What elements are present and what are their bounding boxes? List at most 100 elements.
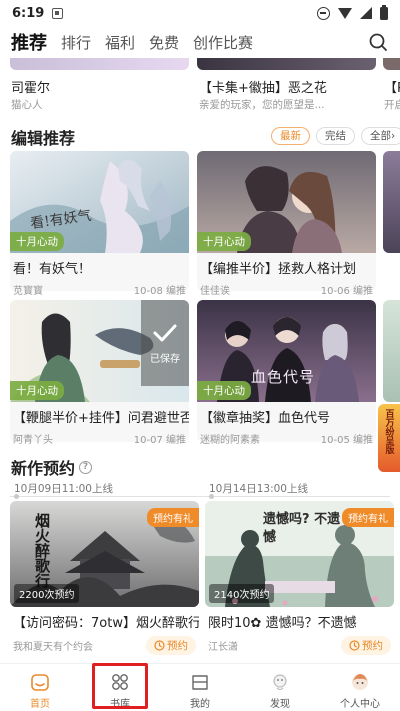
reservation-count: 2200次预约 [14,584,80,603]
card-title: 【鞭腿半价+挂件】问君避世否 [13,411,189,426]
previous-card-title[interactable]: 【P [384,77,400,96]
card-author: 佳佳诶 [200,286,230,297]
book-cover: 十月心动 [197,151,376,253]
card-title: 限时10✿ 遗憾吗？不遗憾 [208,616,357,631]
clock-icon [154,640,165,651]
question-circle-icon[interactable]: ? [79,460,93,474]
do-not-disturb-icon [317,6,330,20]
status-bar: 6:19 [0,0,400,26]
card-meta: 阿青丫头 10-07 编推 [10,431,189,446]
discover-icon [273,674,287,691]
profile-avatar-icon [352,674,368,690]
card-author: 阿青丫头 [13,435,53,446]
card-title: 【访问密码：7otw】烟火醉歌行 [13,616,199,631]
editor-pick-card[interactable]: 已保存 十月心动 【鞭腿半价+挂件】问君避世否 阿青丫头 10-07 编推 [10,300,189,446]
nav-discover-label: 发现 [270,699,290,710]
nav-profile[interactable]: 个人中心 [320,664,400,711]
card-meta: 佳佳诶 10-06 编推 [197,282,376,297]
filter-all-label: 全部 [370,130,391,142]
reservation-card[interactable]: 遗憾吗? 不遗憾 预约有礼 2140次预约 限时10✿ 遗憾吗？不遗憾 江长潇 … [205,501,394,655]
previous-card-desc: 开启 [384,99,400,111]
saved-label: 已保存 [150,353,180,365]
tab-recommend[interactable]: 推荐 [11,29,47,55]
previous-card-cover[interactable] [383,58,400,70]
previous-card-desc: 亲爱的玩家，您的愿望是... [199,99,325,111]
card-meta: 迷糊的阿素素 10-05 编推 [197,431,376,446]
status-icons [317,4,388,20]
previous-card-cover[interactable] [197,58,376,70]
nav-profile-label: 个人中心 [340,699,380,710]
card-title: 【编推半价】拯救人格计划 [200,262,357,277]
reserve-label: 预约 [362,640,383,652]
nav-home[interactable]: 首页 [0,664,80,711]
bottom-nav: 首页 书库 我的 发现 个人中心 [0,663,400,711]
side-promo-banner[interactable]: 百万纷呈版 [378,404,400,472]
card-date: 10-07 编推 [133,435,186,446]
editor-pick-card[interactable]: 血色代号 十月心动 【徽章抽奖】血色代号 迷糊的阿素素 10-05 编推 [197,300,376,446]
previous-card-author: 猫心人 [11,99,43,111]
card-meta: 苋寳寳 10-08 编推 [10,282,189,297]
library-grid-icon [112,674,128,690]
search-icon[interactable] [368,32,388,52]
card-author: 江长潇 [208,642,238,653]
nav-library[interactable]: 书库 [80,664,160,711]
reserve-label: 预约 [167,640,188,652]
tag-badge: 十月心动 [197,381,251,400]
saved-overlay: 已保存 [141,300,189,386]
filter-all[interactable]: 全部› [361,127,400,145]
gift-badge: 预约有礼 [147,508,199,527]
reserve-button[interactable]: 预约 [341,636,391,655]
editor-pick-card[interactable]: 十月心动 【编推半价】拯救人格计划 佳佳诶 10-06 编推 [197,151,376,297]
gift-badge: 预约有礼 [342,508,394,527]
tab-free[interactable]: 免费 [149,32,179,53]
book-cover: 烟火醉歌行 预约有礼 2200次预约 [10,501,199,607]
nav-discover[interactable]: 发现 [240,664,320,711]
tab-ranking[interactable]: 排行 [61,32,91,53]
bookshelf-icon [192,675,208,690]
card-meta: 我和夏天有个约会 预约 [10,636,199,655]
card-author: 我和夏天有个约会 [13,642,93,653]
clock-icon [349,640,360,651]
cover-title-text: 血色代号 [251,368,316,386]
status-time: 6:19 [12,5,45,21]
card-author: 迷糊的阿素素 [200,435,260,446]
book-cover: 遗憾吗? 不遗憾 预约有礼 2140次预约 [205,501,394,607]
next-card-peek[interactable] [383,151,400,253]
card-title: 【徽章抽奖】血色代号 [200,411,331,426]
reservation-card[interactable]: 烟火醉歌行 预约有礼 2200次预约 【访问密码：7otw】烟火醉歌行 我和夏天… [10,501,199,655]
cover-title-text: 烟火醉歌行 [33,513,51,588]
tag-badge: 十月心动 [10,381,64,400]
release-date: 10月09日11:00上线 [14,483,113,495]
editor-picks-title: 编辑推荐 [11,129,76,148]
previous-card-title[interactable]: 【卡集+徽抽】恶之花 [199,77,377,96]
previous-row-cards: 司霍尔 猫心人 【卡集+徽抽】恶之花 亲爱的玩家，您的愿望是... 【P 开启 [0,58,400,120]
previous-card-cover[interactable] [10,58,189,70]
card-date: 10-05 编推 [320,435,373,446]
editor-picks-filters: 最新 完结 全部› [271,127,400,145]
card-meta: 江长潇 预约 [205,636,394,655]
reserve-button[interactable]: 预约 [146,636,196,655]
nav-mine-label: 我的 [190,699,210,710]
previous-card-title[interactable]: 司霍尔 [11,77,181,96]
notification-a-icon [52,7,64,19]
book-cover: 看!有妖气 十月心动 [10,151,189,253]
nav-mine[interactable]: 我的 [160,664,240,711]
wifi-icon [338,7,352,19]
tab-welfare[interactable]: 福利 [105,32,135,53]
battery-icon [380,4,388,20]
card-title: 看！有妖气！ [13,262,92,277]
top-nav: 推荐 排行 福利 免费 创作比赛 [0,26,400,58]
next-card-peek[interactable] [383,300,400,402]
side-promo-text: 百万纷呈版 [383,409,394,454]
filter-latest[interactable]: 最新 [271,127,310,145]
chevron-right-icon: › [391,130,396,142]
card-date: 10-06 编推 [320,286,373,297]
reservation-count: 2140次预约 [209,584,275,603]
book-cover: 血色代号 十月心动 [197,300,376,402]
editor-pick-card[interactable]: 看!有妖气 十月心动 看！有妖气！ 苋寳寳 10-08 编推 [10,151,189,297]
book-cover: 已保存 十月心动 [10,300,189,402]
filter-completed[interactable]: 完结 [316,127,355,145]
release-date: 10月14日13:00上线 [209,483,308,495]
nav-home-label: 首页 [30,699,50,710]
tab-contest[interactable]: 创作比赛 [193,32,253,53]
